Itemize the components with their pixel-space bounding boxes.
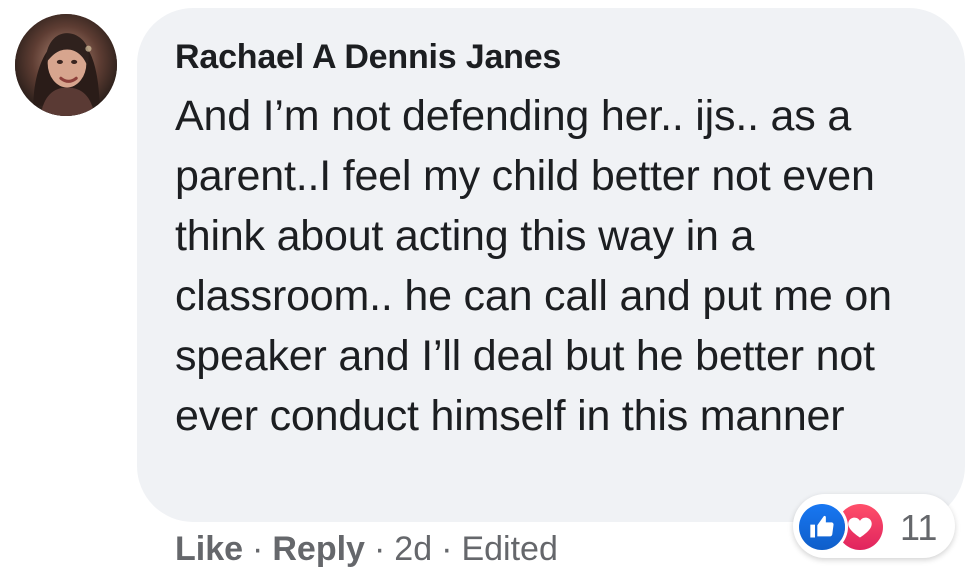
avatar[interactable] (15, 14, 117, 116)
action-separator: · (252, 530, 264, 568)
comment-actions: Like · Reply · 2d · Edited (175, 530, 558, 569)
like-link[interactable]: Like (175, 530, 243, 569)
comment-author[interactable]: Rachael A Dennis Janes (175, 38, 561, 77)
comment-timestamp[interactable]: 2d (394, 530, 432, 569)
action-separator: · (441, 530, 453, 568)
reply-link[interactable]: Reply (272, 530, 365, 569)
reaction-summary[interactable]: 11 (793, 494, 955, 558)
profile-photo (15, 14, 117, 116)
thumbs-up-icon (799, 504, 845, 550)
edited-label[interactable]: Edited (461, 530, 557, 569)
reaction-count: 11 (900, 507, 938, 548)
action-separator: · (373, 530, 386, 568)
comment-text: And I’m not defending her.. ijs.. as a p… (175, 92, 892, 440)
